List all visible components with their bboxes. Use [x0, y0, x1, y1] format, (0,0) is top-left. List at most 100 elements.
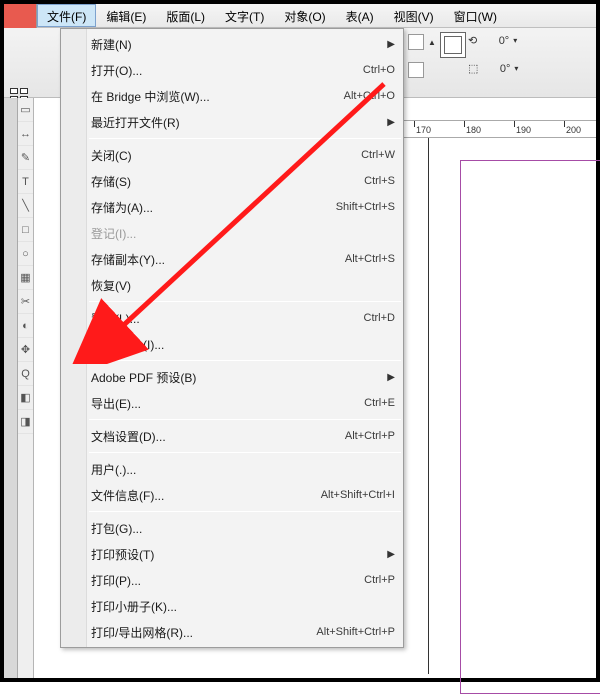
menu-item[interactable]: 导出(E)...Ctrl+E [61, 390, 403, 416]
menu-item[interactable]: 编辑(E) [96, 4, 156, 27]
menu-item-label: 导入 XML(I)... [91, 336, 395, 353]
menu-item[interactable]: 文档设置(D)...Alt+Ctrl+P [61, 423, 403, 449]
menu-shortcut: Ctrl+S [364, 175, 395, 187]
menu-shortcut: Ctrl+P [364, 574, 395, 586]
tool-button[interactable]: ◐ [18, 314, 33, 338]
menu-item-label: 最近打开文件(R) [91, 114, 395, 131]
app-window: 文件(F)编辑(E)版面(L)文字(T)对象(O)表(A)视图(V)窗口(W) … [0, 0, 600, 682]
menu-item[interactable]: 打包(G)... [61, 515, 403, 541]
rotation-stepper-2[interactable]: 0° ▾ [484, 63, 518, 75]
menu-item-label: 打开(O)... [91, 62, 363, 79]
tool-button[interactable]: ↔ [18, 122, 33, 146]
menu-item[interactable]: 版面(L) [156, 4, 215, 27]
tool-button[interactable]: ▦ [18, 266, 33, 290]
menu-separator [89, 301, 401, 302]
menu-shortcut: Ctrl+O [363, 64, 395, 76]
menu-item-label: 打印预设(T) [91, 546, 395, 563]
menu-item[interactable]: 打印预设(T)▶ [61, 541, 403, 567]
menu-item-label: 登记(I)... [91, 225, 395, 242]
rotation-stepper-1[interactable]: 0° ▾ [483, 35, 517, 47]
menu-shortcut: Shift+Ctrl+S [336, 201, 395, 213]
chevron-down-icon: ▾ [513, 36, 517, 45]
menu-shortcut: Alt+Ctrl+O [344, 90, 395, 102]
menu-item[interactable]: 存储(S)Ctrl+S [61, 168, 403, 194]
menu-item-label: 用户(.)... [91, 461, 395, 478]
swatch-well[interactable] [440, 32, 466, 58]
menu-item-label: 恢复(V) [91, 277, 395, 294]
menu-item[interactable]: 打开(O)...Ctrl+O [61, 57, 403, 83]
menu-item[interactable]: 最近打开文件(R)▶ [61, 109, 403, 135]
menu-item[interactable]: 打印/导出网格(R)...Alt+Shift+Ctrl+P [61, 619, 403, 645]
tool-button[interactable]: ○ [18, 242, 33, 266]
ruler-label: 180 [466, 125, 481, 135]
ruler-label: 190 [516, 125, 531, 135]
ruler-label: 200 [566, 125, 581, 135]
menu-item[interactable]: 新建(N)▶ [61, 31, 403, 57]
menu-item-label: 文档设置(D)... [91, 428, 345, 445]
page-boundary [460, 160, 600, 694]
menu-item[interactable]: 在 Bridge 中浏览(W)...Alt+Ctrl+O [61, 83, 403, 109]
shear-icon: ⬚ [468, 62, 478, 75]
menu-item[interactable]: 导入 XML(I)... [61, 331, 403, 357]
menu-shortcut: Ctrl+W [361, 149, 395, 161]
menu-item[interactable]: 打印(P)...Ctrl+P [61, 567, 403, 593]
menu-item[interactable]: 文字(T) [215, 4, 274, 27]
document-canvas[interactable] [404, 138, 592, 674]
menu-shortcut: Alt+Ctrl+P [345, 430, 395, 442]
menu-item[interactable]: Adobe PDF 预设(B)▶ [61, 364, 403, 390]
menu-item[interactable]: 存储副本(Y)...Alt+Ctrl+S [61, 246, 403, 272]
menu-item-label: 存储副本(Y)... [91, 251, 345, 268]
menu-item-label: 打印小册子(K)... [91, 598, 395, 615]
menu-item[interactable]: 恢复(V) [61, 272, 403, 298]
chevron-down-icon: ▾ [514, 64, 518, 73]
menu-item-label: 文件信息(F)... [91, 487, 321, 504]
menu-item[interactable]: 存储为(A)...Shift+Ctrl+S [61, 194, 403, 220]
menu-item[interactable]: 表(A) [336, 4, 384, 27]
tool-button[interactable]: ✥ [18, 338, 33, 362]
stroke-icon[interactable] [408, 34, 424, 50]
menu-item[interactable]: 视图(V) [384, 4, 444, 27]
ruler-guide [428, 138, 429, 674]
menu-bar: 文件(F)编辑(E)版面(L)文字(T)对象(O)表(A)视图(V)窗口(W) [37, 4, 596, 28]
tool-button[interactable]: ✎ [18, 146, 33, 170]
menu-shortcut: Ctrl+E [364, 397, 395, 409]
tool-button[interactable]: ◧ [18, 386, 33, 410]
menu-item-label: 打印/导出网格(R)... [91, 624, 316, 641]
menu-item[interactable]: 置入(L)...Ctrl+D [61, 305, 403, 331]
stroke-weight-stepper[interactable]: ▲ [428, 38, 436, 47]
tool-button[interactable]: ╲ [18, 194, 33, 218]
submenu-arrow-icon: ▶ [387, 372, 395, 383]
menu-item: 登记(I)... [61, 220, 403, 246]
menu-shortcut: Alt+Shift+Ctrl+I [321, 489, 395, 501]
menu-item[interactable]: 对象(O) [274, 4, 335, 27]
submenu-arrow-icon: ▶ [387, 39, 395, 50]
app-logo-strip [4, 4, 37, 28]
menu-item[interactable]: 打印小册子(K)... [61, 593, 403, 619]
menu-item-label: Adobe PDF 预设(B) [91, 369, 395, 386]
tool-button[interactable]: ▭ [18, 98, 33, 122]
menu-item[interactable]: 窗口(W) [444, 4, 507, 27]
menu-separator [89, 419, 401, 420]
menu-item[interactable]: 文件(F) [37, 4, 96, 27]
menu-shortcut: Alt+Ctrl+S [345, 253, 395, 265]
tool-button[interactable]: Q [18, 362, 33, 386]
tool-button[interactable]: ✂ [18, 290, 33, 314]
tool-button[interactable]: T [18, 170, 33, 194]
menu-item-label: 置入(L)... [91, 310, 364, 327]
submenu-arrow-icon: ▶ [387, 117, 395, 128]
menu-item[interactable]: 文件信息(F)...Alt+Shift+Ctrl+I [61, 482, 403, 508]
menu-item[interactable]: 用户(.)... [61, 456, 403, 482]
rotation-value-1: 0° [483, 35, 509, 47]
horizontal-ruler: 170 180 190 200 [404, 120, 596, 138]
menu-item[interactable]: 关闭(C)Ctrl+W [61, 142, 403, 168]
ruler-label: 170 [416, 125, 431, 135]
menu-separator [89, 452, 401, 453]
fill-icon[interactable] [408, 62, 424, 78]
menu-separator [89, 360, 401, 361]
menu-shortcut: Alt+Shift+Ctrl+P [316, 626, 395, 638]
tool-button[interactable]: □ [18, 218, 33, 242]
tool-button[interactable]: ◨ [18, 410, 33, 434]
menu-item-label: 存储为(A)... [91, 199, 336, 216]
tool-palette: ▭ ↔ ✎ T ╲ □ ○ ▦ ✂ ◐ ✥ Q ◧ ◨ [18, 98, 34, 678]
menu-item-label: 打包(G)... [91, 520, 395, 537]
